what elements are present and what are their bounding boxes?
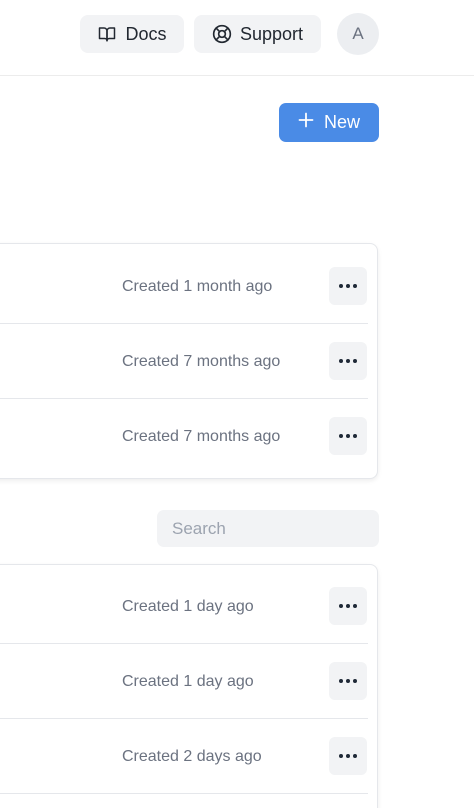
more-horizontal-icon <box>339 359 343 363</box>
more-dot <box>353 604 357 608</box>
created-date: Created 1 day ago <box>122 597 254 615</box>
list-item[interactable]: Created 1 month ago <box>0 249 368 324</box>
list-item[interactable]: Created 7 months ago <box>0 399 368 474</box>
more-horizontal-icon <box>339 284 343 288</box>
more-horizontal-icon <box>339 604 343 608</box>
avatar[interactable]: A <box>337 13 379 55</box>
more-dot <box>353 679 357 683</box>
more-horizontal-icon <box>339 434 343 438</box>
plus-icon <box>298 112 314 133</box>
more-options-button[interactable] <box>329 267 367 305</box>
more-dot <box>346 754 350 758</box>
docs-label: Docs <box>125 23 167 44</box>
more-dot <box>353 359 357 363</box>
created-date: Created 7 months ago <box>122 352 281 370</box>
new-button[interactable]: New <box>279 103 379 142</box>
more-horizontal-icon <box>339 754 343 758</box>
more-dot <box>346 434 350 438</box>
row-divider <box>0 793 368 794</box>
more-dot <box>346 679 350 683</box>
list-item[interactable]: Created 1 day ago <box>0 644 368 719</box>
more-dot <box>346 359 350 363</box>
support-button[interactable]: Support <box>194 15 321 53</box>
more-options-button[interactable] <box>329 737 367 775</box>
more-options-button[interactable] <box>329 417 367 455</box>
list-item[interactable]: Created 7 months ago <box>0 324 368 399</box>
new-label: New <box>323 112 360 132</box>
more-options-button[interactable] <box>329 342 367 380</box>
more-dot <box>353 434 357 438</box>
created-date: Created 1 month ago <box>122 277 273 295</box>
top-list-card: Created 1 month ago Created 7 months ago… <box>0 243 378 479</box>
more-dot <box>346 284 350 288</box>
created-date: Created 1 day ago <box>122 672 254 690</box>
more-dot <box>353 754 357 758</box>
book-open-icon <box>97 25 117 43</box>
docs-button[interactable]: Docs <box>80 15 184 53</box>
search-input[interactable] <box>157 510 379 547</box>
bottom-list-card: Created 1 day ago Created 1 day ago Crea… <box>0 564 378 808</box>
support-label: Support <box>239 23 304 44</box>
page: Docs Support A New Created 1 month ago C… <box>0 0 474 808</box>
more-horizontal-icon <box>339 679 343 683</box>
list-item[interactable]: Created 1 day ago <box>0 569 368 644</box>
list-item[interactable]: Created 2 days ago <box>0 719 368 794</box>
lifebuoy-icon <box>212 24 232 44</box>
more-dot <box>346 604 350 608</box>
more-options-button[interactable] <box>329 587 367 625</box>
created-date: Created 7 months ago <box>122 427 281 445</box>
more-options-button[interactable] <box>329 662 367 700</box>
more-dot <box>353 284 357 288</box>
top-header: Docs Support A <box>0 0 474 76</box>
created-date: Created 2 days ago <box>122 747 262 765</box>
